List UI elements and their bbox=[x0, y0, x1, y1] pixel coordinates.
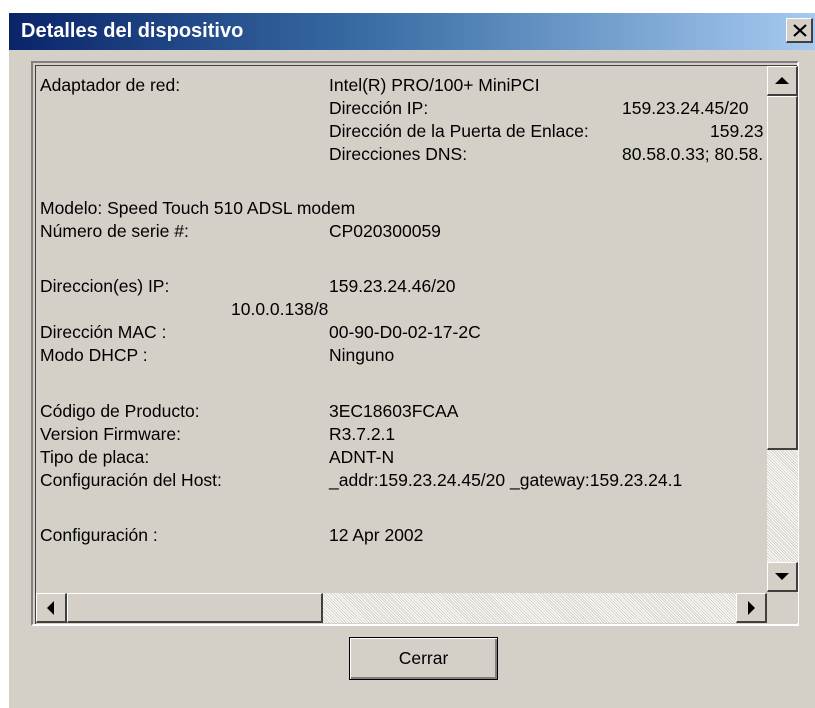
details-text[interactable]: Adaptador de red: Intel(R) PRO/100+ Mini… bbox=[36, 66, 764, 590]
dialog-title: Detalles del dispositivo bbox=[21, 20, 244, 42]
title-bar[interactable]: Detalles del dispositivo bbox=[9, 13, 815, 50]
dns-label: Direcciones DNS: bbox=[329, 144, 468, 164]
adapter-ip-value: 159.23.24.45/20 bbox=[622, 98, 749, 118]
model-line: Modelo: Speed Touch 510 ADSL modem bbox=[40, 198, 356, 218]
dhcp-value: Ninguno bbox=[329, 345, 395, 365]
horizontal-scrollbar[interactable] bbox=[36, 593, 767, 623]
firmware-value: R3.7.2.1 bbox=[329, 424, 396, 444]
firmware-label: Version Firmware: bbox=[40, 424, 182, 444]
arrow-left-icon bbox=[47, 601, 54, 615]
board-type-label: Tipo de placa: bbox=[40, 447, 150, 467]
config-label: Configuración : bbox=[40, 525, 158, 545]
mac-value: 00-90-D0-02-17-2C bbox=[329, 322, 481, 342]
device-details-dialog: Detalles del dispositivo Adaptador de re… bbox=[9, 13, 815, 708]
product-code-value: 3EC18603FCAA bbox=[329, 401, 459, 421]
scroll-up-button[interactable] bbox=[767, 66, 798, 96]
dhcp-label: Modo DHCP : bbox=[40, 345, 148, 365]
serial-label: Número de serie #: bbox=[40, 221, 189, 241]
product-code-label: Código de Producto: bbox=[40, 401, 200, 421]
dns-value: 80.58.0.33; 80.58.32.97 bbox=[622, 144, 764, 164]
gateway-value: 159.23.24.1 bbox=[710, 121, 764, 141]
scroll-left-button[interactable] bbox=[36, 593, 67, 623]
scroll-down-button[interactable] bbox=[767, 562, 798, 592]
arrow-up-icon bbox=[775, 77, 789, 84]
adapter-ip-label: Dirección IP: bbox=[329, 98, 429, 118]
network-adapter-label: Adaptador de red: bbox=[40, 75, 181, 95]
network-adapter-value: Intel(R) PRO/100+ MiniPCI bbox=[329, 75, 540, 95]
board-type-value: ADNT-N bbox=[329, 447, 395, 467]
horizontal-scroll-thumb[interactable] bbox=[67, 593, 323, 623]
host-config-value: _addr:159.23.24.45/20 _gateway:159.23.24… bbox=[329, 470, 683, 490]
mac-label: Dirección MAC : bbox=[40, 322, 167, 342]
ip-addresses-label: Direccion(es) IP: bbox=[40, 276, 170, 296]
ip-address-value-2: 10.0.0.138/8 bbox=[231, 299, 329, 319]
gateway-label: Dirección de la Puerta de Enlace: bbox=[329, 121, 589, 141]
vertical-scrollbar[interactable] bbox=[767, 66, 798, 592]
serial-value: CP020300059 bbox=[329, 221, 441, 241]
scrollbar-corner bbox=[767, 593, 798, 623]
close-window-button[interactable] bbox=[786, 18, 813, 43]
close-icon bbox=[793, 24, 807, 37]
arrow-right-icon bbox=[748, 601, 755, 615]
ip-address-value-1: 159.23.24.46/20 bbox=[329, 276, 456, 296]
close-button[interactable]: Cerrar bbox=[349, 637, 498, 680]
config-value: 12 Apr 2002 bbox=[329, 525, 424, 545]
vertical-scroll-thumb[interactable] bbox=[767, 96, 798, 450]
details-panel: Adaptador de red: Intel(R) PRO/100+ Mini… bbox=[31, 61, 799, 626]
arrow-down-icon bbox=[775, 573, 789, 580]
scroll-right-button[interactable] bbox=[736, 593, 767, 623]
host-config-label: Configuración del Host: bbox=[40, 470, 222, 490]
